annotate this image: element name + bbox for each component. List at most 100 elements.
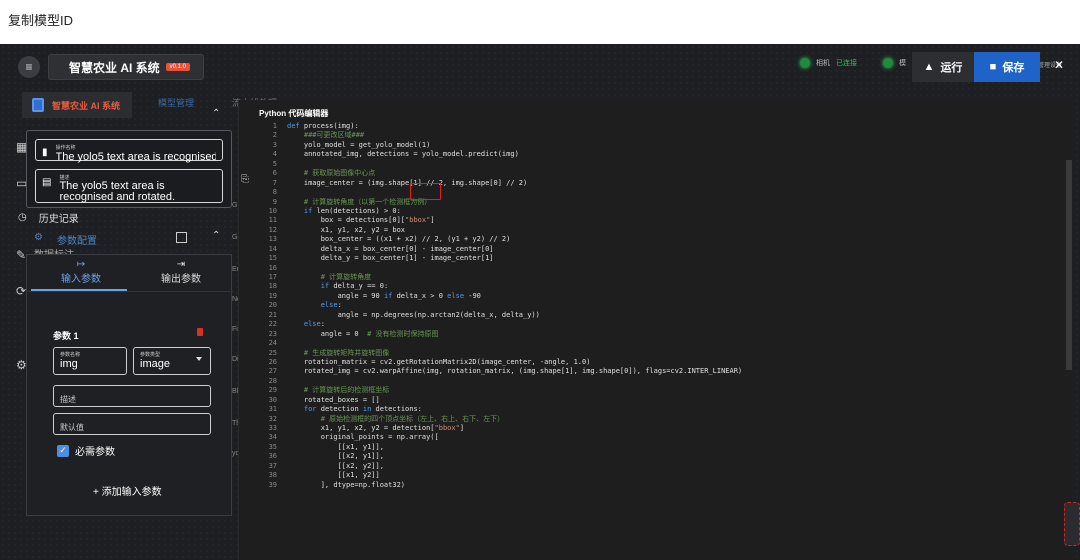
code-line[interactable]: 30 rotated_boxes = [] <box>239 396 1073 405</box>
code-text: rotated_img = cv2.warpAffine(img, rotati… <box>287 367 743 376</box>
select-checkbox[interactable] <box>176 232 187 243</box>
menu-icon[interactable]: ≡ <box>18 56 40 78</box>
delete-icon[interactable] <box>197 328 203 336</box>
param-desc-input[interactable]: 描述 <box>53 385 211 407</box>
code-line[interactable]: 13 box_center = ((x1 + x2) // 2, (y1 + y… <box>239 235 1073 244</box>
line-number: 27 <box>268 367 277 376</box>
code-line[interactable]: 31 for detection in detections: <box>239 405 1073 414</box>
code-line[interactable]: 33 x1, y1, x2, y2 = detection["bbox"] <box>239 424 1073 433</box>
code-line[interactable]: 17 # 计算旋转角度 <box>239 273 1073 282</box>
code-line[interactable]: 9 # 计算旋转角度（以第一个检测框为例） <box>239 198 1073 207</box>
file-icon[interactable]: ⎘ <box>241 174 249 185</box>
tab-model-management[interactable]: 模型管理 <box>158 96 194 109</box>
line-number: 22 <box>268 320 277 329</box>
code-text: # 计算旋转后的检测框坐标 <box>303 386 390 395</box>
code-text: x1, y1, x2, y2 = detection["bbox"] <box>287 424 465 432</box>
status-bar: 相机 已连接 模 <box>800 58 906 68</box>
code-line[interactable]: 27 rotated_img = cv2.warpAffine(img, rot… <box>239 367 1073 376</box>
close-icon[interactable]: ✕ <box>1054 58 1064 72</box>
code-line[interactable]: 22 else: <box>239 320 1073 329</box>
code-line[interactable]: 4 annotated_img, detections = yolo_model… <box>239 150 1073 159</box>
code-line[interactable]: 26 rotation_matrix = cv2.getRotationMatr… <box>239 358 1073 367</box>
operation-name-field[interactable]: ▮ 操作名称 The yolo5 text area is recognised… <box>35 139 223 163</box>
code-text: [[x1, y1]], <box>287 442 384 451</box>
code-text: angle = np.degrees(np.arctan2(delta_x, d… <box>287 310 540 319</box>
sidebar-item-param-config[interactable]: ⚙ 参数配置 <box>34 232 97 247</box>
code-text: [[x2, y1]], <box>287 452 384 461</box>
desc-placeholder: 描述 <box>60 395 76 404</box>
label-icon: ▮ <box>42 147 48 158</box>
code-area[interactable]: 1 def process(img): 2 ###可更改区域### 3 yolo_mo… <box>239 122 1073 490</box>
code-line[interactable]: 25 # 生成旋转矩阵并旋转图像 <box>239 349 1073 358</box>
param-name-caption: 参数名称 <box>60 352 81 358</box>
line-number: 19 <box>268 291 277 300</box>
code-line[interactable]: 24 <box>239 339 1073 348</box>
code-line[interactable]: 14 delta_x = box_center[0] - image_cente… <box>239 245 1073 254</box>
code-text: if delta_y == 0: <box>320 282 389 291</box>
code-line[interactable]: 29 # 计算旋转后的检测框坐标 <box>239 386 1073 395</box>
code-editor[interactable]: Python 代码编辑器 1 def process(img): 2 ###可更改区… <box>238 100 1072 560</box>
chevron-up-icon[interactable]: ⌃ <box>212 108 220 119</box>
code-line[interactable]: 6 # 获取原始图像中心点 <box>239 169 1073 178</box>
param-type-select[interactable]: 参数类型 image <box>133 347 211 375</box>
chevron-up-icon[interactable]: ⌃ <box>212 230 220 241</box>
code-line[interactable]: 37 [[x2, y2]], <box>239 462 1073 471</box>
model-status: 模 <box>883 58 906 68</box>
tab-output-params[interactable]: ⇥ 输出参数 <box>131 259 231 285</box>
sidebar-item-history[interactable]: ◷ 历史记录 <box>18 210 79 225</box>
save-label: 保存 <box>1002 62 1025 74</box>
code-line[interactable]: 18 if delta_y == 0: <box>239 282 1073 291</box>
code-line[interactable]: 5 <box>239 160 1073 169</box>
code-line[interactable]: 39 ], dtype=np.float32) <box>239 481 1073 490</box>
param-default-input[interactable]: 默认值 <box>53 413 211 435</box>
code-line[interactable]: 34 original_points = np.array([ <box>239 433 1073 442</box>
code-text: original_points = np.array([ <box>287 433 439 442</box>
line-number: 38 <box>268 471 277 480</box>
run-button[interactable]: ▲ 运行 <box>912 52 974 82</box>
code-line[interactable]: 16 <box>239 264 1073 273</box>
code-line[interactable]: 35 [[x1, y1]], <box>239 443 1073 452</box>
code-line[interactable]: 2 ###可更改区域### <box>239 131 1073 140</box>
line-number: 12 <box>268 225 277 234</box>
code-line[interactable]: 1 def process(img): <box>239 122 1073 131</box>
tab-input-params[interactable]: ↦ 输入参数 <box>31 259 131 285</box>
line-number: 8 <box>272 188 277 197</box>
code-text: ], dtype=np.float32) <box>287 480 406 489</box>
code-line[interactable]: 19 angle = 90 if delta_x > 0 else -90 <box>239 292 1073 301</box>
tab-input-label: 输入参数 <box>61 274 101 285</box>
code-line[interactable]: 21 angle = np.degrees(np.arctan2(delta_x… <box>239 311 1073 320</box>
code-text: else: <box>320 301 342 310</box>
code-text: [[x2, y2]], <box>287 461 384 470</box>
code-line[interactable]: 3 yolo_model = get_yolo_model(1) <box>239 141 1073 150</box>
edit-icon[interactable]: ✎ <box>16 248 26 262</box>
floating-handle[interactable] <box>1064 502 1080 546</box>
line-number: 26 <box>268 357 277 366</box>
code-line[interactable]: 10 if len(detections) > 0: <box>239 207 1073 216</box>
param-type-caption: 参数类型 <box>140 352 161 358</box>
code-line[interactable]: 36 [[x2, y1]], <box>239 452 1073 461</box>
code-line[interactable]: 23 angle = 0 # 没有检测时保持原图 <box>239 330 1073 339</box>
code-line[interactable]: 11 box = detections[0]["bbox"] <box>239 216 1073 225</box>
add-input-param-button[interactable]: + 添加输入参数 <box>93 483 162 498</box>
line-number: 16 <box>268 263 277 272</box>
code-line[interactable]: 12 x1, y1, x2, y2 = box <box>239 226 1073 235</box>
code-line[interactable]: 15 delta_y = box_center[1] - image_cente… <box>239 254 1073 263</box>
code-line[interactable]: 38 [[x1, y2]] <box>239 471 1073 480</box>
line-number: 21 <box>268 310 277 319</box>
refresh-icon[interactable]: ⟳ <box>16 284 26 298</box>
line-number: 32 <box>268 414 277 423</box>
param-type-value: image <box>140 358 170 370</box>
save-button[interactable]: ■ 保存 <box>974 52 1040 82</box>
operation-desc-field[interactable]: ▤ 描述 The yolo5 text area is recognised a… <box>35 169 223 203</box>
tab-output-label: 输出参数 <box>161 274 201 285</box>
param-name-field[interactable]: 参数名称 img <box>53 347 127 375</box>
code-line[interactable]: 28 <box>239 377 1073 386</box>
code-line[interactable]: 20 else: <box>239 301 1073 310</box>
scrollbar[interactable] <box>1066 160 1072 370</box>
code-line[interactable]: 8 <box>239 188 1073 197</box>
code-line[interactable]: 7 image_center = (img.shape[1] // 2, img… <box>239 179 1073 188</box>
required-label: 必需参数 <box>75 447 115 458</box>
required-checkbox[interactable]: ✓ 必需参数 <box>57 443 115 458</box>
gear-icon: ⚙ <box>34 232 43 243</box>
code-line[interactable]: 32 # 原始检测框的四个顶点坐标（左上、右上、右下、左下） <box>239 415 1073 424</box>
